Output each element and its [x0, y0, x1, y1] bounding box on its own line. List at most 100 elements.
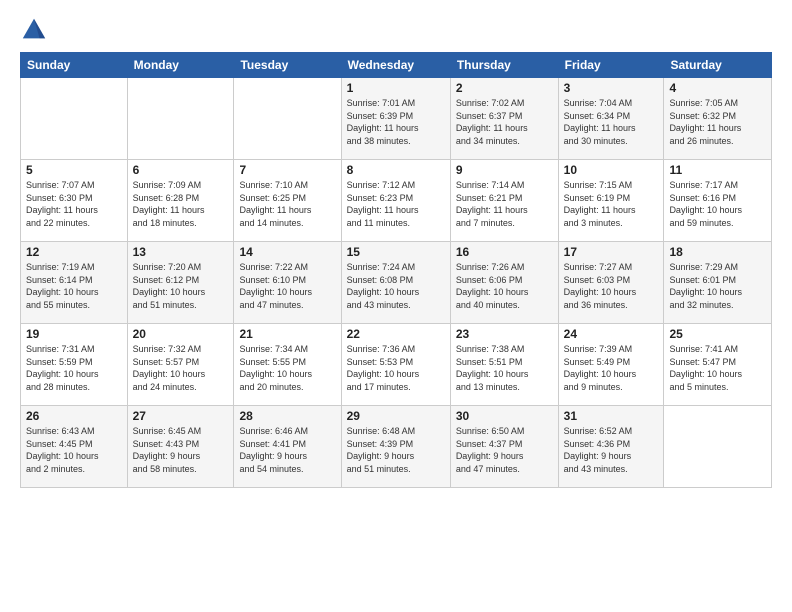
day-number: 10: [564, 163, 659, 177]
day-info: Sunrise: 7:22 AM Sunset: 6:10 PM Dayligh…: [239, 261, 335, 311]
day-number: 29: [347, 409, 445, 423]
calendar-header-friday: Friday: [558, 53, 664, 78]
calendar-week-row: 19Sunrise: 7:31 AM Sunset: 5:59 PM Dayli…: [21, 324, 772, 406]
day-number: 8: [347, 163, 445, 177]
calendar-header-row: SundayMondayTuesdayWednesdayThursdayFrid…: [21, 53, 772, 78]
day-number: 11: [669, 163, 766, 177]
day-info: Sunrise: 7:14 AM Sunset: 6:21 PM Dayligh…: [456, 179, 553, 229]
day-info: Sunrise: 6:48 AM Sunset: 4:39 PM Dayligh…: [347, 425, 445, 475]
calendar-cell: 25 Sunrise: 7:41 AM Sunset: 5:47 PM Dayli…: [664, 324, 772, 406]
calendar-cell: 27 Sunrise: 6:45 AM Sunset: 4:43 PM Dayli…: [127, 406, 234, 488]
calendar-cell: [21, 78, 128, 160]
day-info: Sunrise: 7:34 AM Sunset: 5:55 PM Dayligh…: [239, 343, 335, 393]
day-info: Sunrise: 7:17 AM Sunset: 6:16 PM Dayligh…: [669, 179, 766, 229]
calendar-cell: 14Sunrise: 7:22 AM Sunset: 6:10 PM Dayli…: [234, 242, 341, 324]
calendar-cell: 26Sunrise: 6:43 AM Sunset: 4:45 PM Dayli…: [21, 406, 128, 488]
day-number: 30: [456, 409, 553, 423]
day-info: Sunrise: 7:01 AM Sunset: 6:39 PM Dayligh…: [347, 97, 445, 147]
day-number: 17: [564, 245, 659, 259]
day-info: Sunrise: 7:09 AM Sunset: 6:28 PM Dayligh…: [133, 179, 229, 229]
calendar-cell: 18 Sunrise: 7:29 AM Sunset: 6:01 PM Dayli…: [664, 242, 772, 324]
day-number: 25: [669, 327, 766, 341]
day-info: Sunrise: 6:50 AM Sunset: 4:37 PM Dayligh…: [456, 425, 553, 475]
day-info: Sunrise: 7:41 AM Sunset: 5:47 PM Dayligh…: [669, 343, 766, 393]
day-info: Sunrise: 7:20 AM Sunset: 6:12 PM Dayligh…: [133, 261, 229, 311]
day-number: 4: [669, 81, 766, 95]
calendar-cell: 12 Sunrise: 7:19 AM Sunset: 6:14 PM Dayli…: [21, 242, 128, 324]
calendar-header-sunday: Sunday: [21, 53, 128, 78]
calendar-cell: 5 Sunrise: 7:07 AM Sunset: 6:30 PM Daylig…: [21, 160, 128, 242]
calendar-cell: 7 Sunrise: 7:10 AM Sunset: 6:25 PM Daylig…: [234, 160, 341, 242]
calendar-cell: [234, 78, 341, 160]
day-number: 12: [26, 245, 122, 259]
calendar-week-row: 26Sunrise: 6:43 AM Sunset: 4:45 PM Dayli…: [21, 406, 772, 488]
day-number: 20: [133, 327, 229, 341]
day-info: Sunrise: 6:46 AM Sunset: 4:41 PM Dayligh…: [239, 425, 335, 475]
calendar-cell: 24 Sunrise: 7:39 AM Sunset: 5:49 PM Dayli…: [558, 324, 664, 406]
day-number: 9: [456, 163, 553, 177]
calendar-cell: 8 Sunrise: 7:12 AM Sunset: 6:23 PM Daylig…: [341, 160, 450, 242]
day-info: Sunrise: 7:12 AM Sunset: 6:23 PM Dayligh…: [347, 179, 445, 229]
day-number: 5: [26, 163, 122, 177]
day-info: Sunrise: 7:29 AM Sunset: 6:01 PM Dayligh…: [669, 261, 766, 311]
day-info: Sunrise: 7:02 AM Sunset: 6:37 PM Dayligh…: [456, 97, 553, 147]
day-number: 15: [347, 245, 445, 259]
calendar-cell: 11 Sunrise: 7:17 AM Sunset: 6:16 PM Dayli…: [664, 160, 772, 242]
calendar-cell: 2 Sunrise: 7:02 AM Sunset: 6:37 PM Daylig…: [450, 78, 558, 160]
day-info: Sunrise: 7:31 AM Sunset: 5:59 PM Dayligh…: [26, 343, 122, 393]
calendar-header-saturday: Saturday: [664, 53, 772, 78]
day-info: Sunrise: 7:04 AM Sunset: 6:34 PM Dayligh…: [564, 97, 659, 147]
page: SundayMondayTuesdayWednesdayThursdayFrid…: [0, 0, 792, 498]
calendar-week-row: 5 Sunrise: 7:07 AM Sunset: 6:30 PM Daylig…: [21, 160, 772, 242]
day-number: 6: [133, 163, 229, 177]
day-number: 23: [456, 327, 553, 341]
calendar-cell: 30 Sunrise: 6:50 AM Sunset: 4:37 PM Dayli…: [450, 406, 558, 488]
day-number: 1: [347, 81, 445, 95]
calendar-cell: 4 Sunrise: 7:05 AM Sunset: 6:32 PM Daylig…: [664, 78, 772, 160]
calendar-cell: 6 Sunrise: 7:09 AM Sunset: 6:28 PM Daylig…: [127, 160, 234, 242]
day-number: 3: [564, 81, 659, 95]
logo-icon: [20, 16, 48, 44]
day-info: Sunrise: 7:32 AM Sunset: 5:57 PM Dayligh…: [133, 343, 229, 393]
calendar-cell: 16Sunrise: 7:26 AM Sunset: 6:06 PM Dayli…: [450, 242, 558, 324]
calendar-cell: 17 Sunrise: 7:27 AM Sunset: 6:03 PM Dayli…: [558, 242, 664, 324]
calendar-week-row: 1 Sunrise: 7:01 AM Sunset: 6:39 PM Daylig…: [21, 78, 772, 160]
calendar-cell: [127, 78, 234, 160]
day-number: 27: [133, 409, 229, 423]
calendar-cell: 3 Sunrise: 7:04 AM Sunset: 6:34 PM Daylig…: [558, 78, 664, 160]
day-info: Sunrise: 6:45 AM Sunset: 4:43 PM Dayligh…: [133, 425, 229, 475]
day-info: Sunrise: 7:05 AM Sunset: 6:32 PM Dayligh…: [669, 97, 766, 147]
calendar: SundayMondayTuesdayWednesdayThursdayFrid…: [20, 52, 772, 488]
day-number: 22: [347, 327, 445, 341]
calendar-cell: 28Sunrise: 6:46 AM Sunset: 4:41 PM Dayli…: [234, 406, 341, 488]
calendar-header-wednesday: Wednesday: [341, 53, 450, 78]
day-info: Sunrise: 7:36 AM Sunset: 5:53 PM Dayligh…: [347, 343, 445, 393]
day-info: Sunrise: 7:39 AM Sunset: 5:49 PM Dayligh…: [564, 343, 659, 393]
day-info: Sunrise: 7:27 AM Sunset: 6:03 PM Dayligh…: [564, 261, 659, 311]
calendar-week-row: 12 Sunrise: 7:19 AM Sunset: 6:14 PM Dayli…: [21, 242, 772, 324]
day-info: Sunrise: 7:24 AM Sunset: 6:08 PM Dayligh…: [347, 261, 445, 311]
day-number: 18: [669, 245, 766, 259]
calendar-cell: 19Sunrise: 7:31 AM Sunset: 5:59 PM Dayli…: [21, 324, 128, 406]
calendar-cell: [664, 406, 772, 488]
calendar-cell: 23 Sunrise: 7:38 AM Sunset: 5:51 PM Dayli…: [450, 324, 558, 406]
day-number: 2: [456, 81, 553, 95]
day-number: 21: [239, 327, 335, 341]
day-info: Sunrise: 7:10 AM Sunset: 6:25 PM Dayligh…: [239, 179, 335, 229]
day-info: Sunrise: 6:52 AM Sunset: 4:36 PM Dayligh…: [564, 425, 659, 475]
day-number: 16: [456, 245, 553, 259]
calendar-header-thursday: Thursday: [450, 53, 558, 78]
day-info: Sunrise: 7:38 AM Sunset: 5:51 PM Dayligh…: [456, 343, 553, 393]
calendar-cell: 1 Sunrise: 7:01 AM Sunset: 6:39 PM Daylig…: [341, 78, 450, 160]
logo: [20, 16, 52, 44]
day-info: Sunrise: 7:19 AM Sunset: 6:14 PM Dayligh…: [26, 261, 122, 311]
day-number: 13: [133, 245, 229, 259]
calendar-cell: 15 Sunrise: 7:24 AM Sunset: 6:08 PM Dayli…: [341, 242, 450, 324]
header: [20, 16, 772, 44]
day-number: 7: [239, 163, 335, 177]
day-number: 26: [26, 409, 122, 423]
day-number: 24: [564, 327, 659, 341]
day-info: Sunrise: 7:07 AM Sunset: 6:30 PM Dayligh…: [26, 179, 122, 229]
calendar-cell: 29 Sunrise: 6:48 AM Sunset: 4:39 PM Dayli…: [341, 406, 450, 488]
calendar-cell: 31Sunrise: 6:52 AM Sunset: 4:36 PM Dayli…: [558, 406, 664, 488]
